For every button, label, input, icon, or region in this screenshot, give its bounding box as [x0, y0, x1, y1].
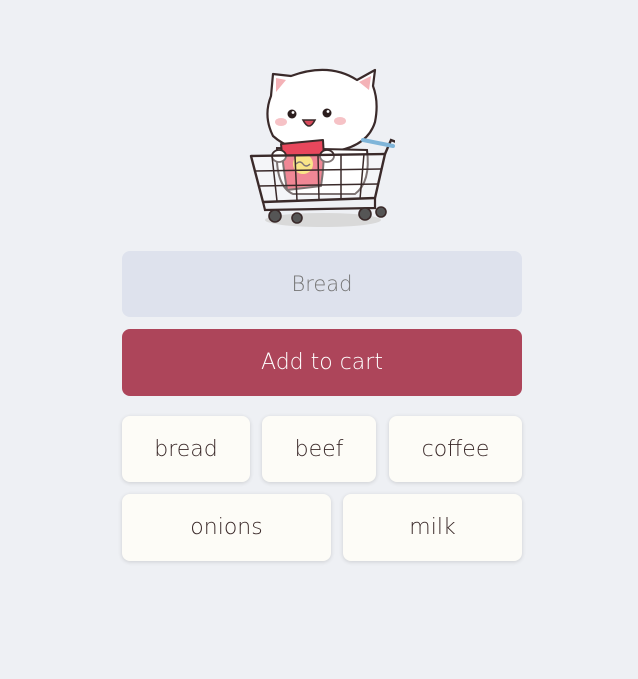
item-input[interactable] — [122, 251, 522, 317]
cart-item-bread[interactable]: bread — [122, 416, 250, 482]
add-to-cart-button[interactable]: Add to cart — [122, 329, 522, 396]
cart-item-beef[interactable]: beef — [262, 416, 376, 482]
cat-in-shopping-cart-icon — [249, 68, 395, 227]
cart-item-onions[interactable]: onions — [122, 494, 331, 561]
cart-item-milk[interactable]: milk — [343, 494, 522, 561]
cart-item-coffee[interactable]: coffee — [389, 416, 522, 482]
app-container: Add to cart bread beef coffee onions mil… — [0, 0, 638, 679]
